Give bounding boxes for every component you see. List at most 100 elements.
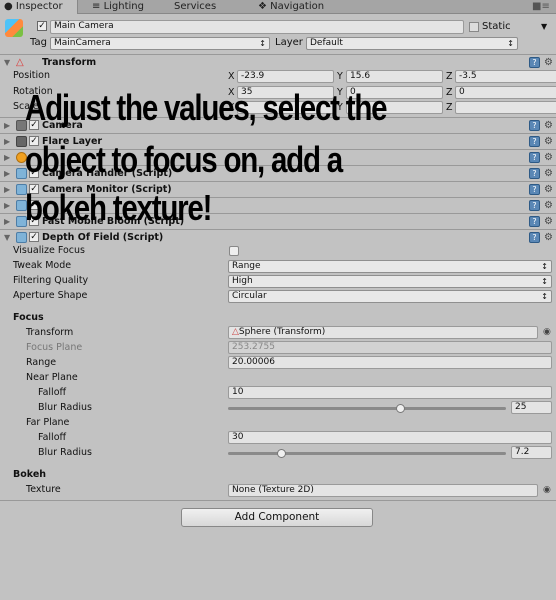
position-y-input[interactable]: 15.6 (346, 70, 443, 83)
help-icon[interactable]: ? (529, 184, 540, 195)
near-blur-radius-input[interactable]: 25 (511, 401, 552, 414)
expand-icon[interactable]: ▶ (4, 182, 10, 197)
range-label: Range (26, 357, 57, 368)
transform-header[interactable]: ▼ △ Transform ? ⚙ (0, 55, 556, 71)
layer-label: Layer (275, 37, 303, 48)
axis-y-label: Y (337, 71, 343, 82)
expand-icon[interactable]: ▶ (4, 198, 10, 213)
tab-navigation[interactable]: ❖ Navigation (254, 0, 324, 14)
overlay-caption-line: bokeh texture! (25, 187, 212, 228)
help-icon[interactable]: ? (529, 120, 540, 131)
gear-icon[interactable]: ⚙ (544, 214, 553, 229)
component-enabled-checkbox[interactable]: ✓ (29, 232, 39, 242)
static-checkbox[interactable] (469, 22, 479, 32)
gear-icon[interactable]: ⚙ (544, 118, 553, 133)
tag-label: Tag (30, 37, 47, 48)
focus-transform-label: Transform (26, 327, 74, 338)
position-x-input[interactable]: -23.9 (237, 70, 334, 83)
slider-thumb[interactable] (276, 449, 286, 458)
expand-icon[interactable]: ▶ (4, 166, 10, 181)
transform-position-label: Position (13, 70, 50, 81)
dof-header[interactable]: ▼ ✓ Depth Of Field (Script) ? ⚙ (0, 229, 556, 245)
far-falloff-input[interactable]: 30 (228, 431, 552, 444)
near-blur-radius-label: Blur Radius (38, 402, 92, 413)
tab-services[interactable]: Services (170, 0, 216, 14)
object-name-input[interactable]: Main Camera (50, 20, 464, 34)
scale-z-input[interactable] (455, 101, 556, 114)
lighting-icon: ≡ (92, 1, 104, 12)
transform-icon: △ (232, 327, 239, 337)
focus-plane-label: Focus Plane (26, 342, 83, 353)
active-checkbox[interactable]: ✓ (37, 21, 47, 31)
texture-field[interactable]: None (Texture 2D) (228, 484, 538, 497)
script-icon (16, 232, 27, 243)
tab-lighting[interactable]: ≡ Lighting (88, 0, 144, 14)
object-picker-icon[interactable]: ◉ (543, 327, 551, 337)
focus-plane-field: 253.2755 (228, 341, 552, 354)
transform-icon: △ (16, 57, 24, 68)
gear-icon[interactable]: ⚙ (544, 150, 553, 165)
gear-icon[interactable]: ⚙ (544, 198, 553, 213)
far-blur-radius-label: Blur Radius (38, 447, 92, 458)
far-falloff-label: Falloff (38, 432, 67, 443)
axis-z-label: Z (446, 71, 453, 82)
near-falloff-label: Falloff (38, 387, 67, 398)
far-blur-radius-input[interactable]: 7.2 (511, 446, 552, 459)
tag-dropdown[interactable]: MainCamera (50, 37, 270, 50)
slider-thumb[interactable] (396, 404, 406, 413)
overlay-caption-line: object to focus on, add a (25, 139, 343, 180)
filtering-quality-dropdown[interactable]: High (228, 275, 552, 288)
position-z-input[interactable]: -3.5 (455, 70, 556, 83)
overlay-caption-line: Adjust the values, select the (25, 87, 388, 128)
collapse-icon[interactable]: ▼ (4, 55, 10, 70)
help-icon[interactable]: ? (529, 200, 540, 211)
expand-icon[interactable]: ▶ (4, 118, 10, 133)
near-plane-label: Near Plane (26, 372, 78, 383)
visualize-focus-checkbox[interactable] (229, 246, 239, 256)
axis-x-label: X (228, 71, 235, 82)
focus-section-header: Focus (13, 312, 44, 323)
help-icon[interactable]: ? (529, 216, 540, 227)
static-dropdown-icon[interactable]: ▼ (541, 20, 547, 34)
gear-icon[interactable]: ⚙ (544, 230, 553, 245)
tab-inspector[interactable]: ● Inspector (0, 0, 78, 14)
far-plane-label: Far Plane (26, 417, 70, 428)
help-icon[interactable]: ? (529, 57, 540, 68)
gear-icon[interactable]: ⚙ (544, 55, 553, 70)
help-icon[interactable]: ? (529, 232, 540, 243)
expand-icon[interactable]: ▶ (4, 134, 10, 149)
visualize-focus-label: Visualize Focus (13, 245, 85, 256)
add-component-button[interactable]: Add Component (181, 508, 373, 527)
gear-icon[interactable]: ⚙ (544, 166, 553, 181)
aperture-shape-dropdown[interactable]: Circular (228, 290, 552, 303)
tweak-mode-dropdown[interactable]: Range (228, 260, 552, 273)
texture-label: Texture (26, 484, 61, 495)
gear-icon[interactable]: ⚙ (544, 134, 553, 149)
navigation-icon: ❖ (258, 1, 271, 12)
info-icon: ● (4, 1, 16, 12)
layer-dropdown[interactable]: Default (306, 37, 518, 50)
help-icon[interactable]: ? (529, 168, 540, 179)
collapse-icon[interactable]: ▼ (4, 230, 10, 245)
focus-transform-field[interactable]: △Sphere (Transform) (228, 326, 538, 339)
near-blur-radius-slider[interactable] (228, 404, 506, 413)
static-label: Static (482, 21, 511, 32)
far-blur-radius-slider[interactable] (228, 449, 506, 458)
object-picker-icon[interactable]: ◉ (543, 485, 551, 495)
gear-icon[interactable]: ⚙ (544, 182, 553, 197)
rotation-z-input[interactable]: 0 (455, 85, 556, 99)
help-icon[interactable]: ? (529, 152, 540, 163)
near-falloff-input[interactable]: 10 (228, 386, 552, 399)
lock-icon[interactable]: ■≡ (528, 0, 550, 14)
bokeh-section-header: Bokeh (13, 469, 47, 480)
axis-z-label: Z (446, 102, 453, 113)
help-icon[interactable]: ? (529, 136, 540, 147)
expand-icon[interactable]: ▶ (4, 150, 10, 165)
axis-z-label: Z (446, 86, 453, 98)
aperture-shape-label: Aperture Shape (13, 290, 88, 301)
range-input[interactable]: 20.00006 (228, 356, 552, 369)
divider (0, 500, 556, 501)
filtering-quality-label: Filtering Quality (13, 275, 89, 286)
expand-icon[interactable]: ▶ (4, 214, 10, 229)
tweak-mode-label: Tweak Mode (13, 260, 72, 271)
